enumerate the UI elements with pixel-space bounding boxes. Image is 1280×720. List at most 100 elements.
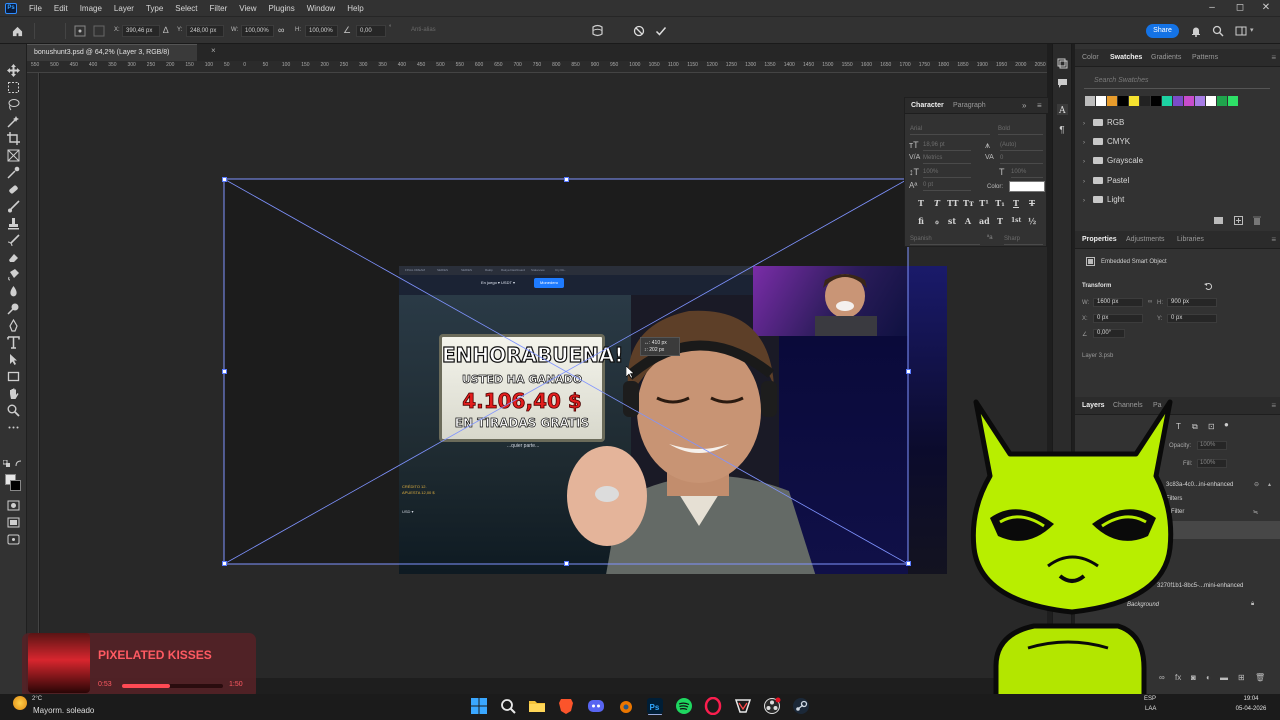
contextual-alternates-button[interactable]: ℴ	[932, 216, 942, 226]
collapse-panel-icon[interactable]: »	[1022, 101, 1026, 110]
discord-icon[interactable]	[587, 697, 605, 715]
clone-stamp-tool-icon[interactable]	[7, 217, 20, 230]
comments-icon[interactable]	[1057, 78, 1068, 89]
panel-menu-icon[interactable]: ≡	[1271, 53, 1276, 62]
subscript-button[interactable]: T₁	[995, 198, 1005, 208]
quick-mask-icon[interactable]	[7, 499, 20, 512]
add-mask-icon[interactable]: ◙	[1191, 673, 1196, 682]
home-icon[interactable]	[12, 26, 23, 37]
menu-item-window[interactable]: Window	[301, 4, 341, 13]
antialias-option[interactable]: Anti-alias	[411, 27, 436, 33]
horizontal-scale-field[interactable]: 100%	[1011, 169, 1043, 178]
keyboard-layout[interactable]: LAA	[1145, 706, 1156, 712]
vertical-ruler[interactable]	[27, 73, 39, 678]
close-document-icon[interactable]: ×	[211, 46, 216, 55]
minimize-button[interactable]: –	[1198, 0, 1226, 16]
fractions-button[interactable]: ½	[1027, 216, 1037, 226]
tab-adjustments[interactable]: Adjustments	[1126, 236, 1165, 243]
color-swatch[interactable]	[1184, 96, 1194, 106]
maximize-button[interactable]: ◻	[1226, 0, 1254, 16]
magic-wand-tool-icon[interactable]	[7, 115, 20, 128]
new-group-icon[interactable]	[1214, 216, 1223, 224]
blur-tool-icon[interactable]	[7, 285, 20, 298]
y-field[interactable]: 0 px	[1167, 314, 1217, 323]
swap-colors-icon[interactable]	[15, 460, 22, 467]
menu-item-type[interactable]: Type	[140, 4, 169, 13]
panel-menu-icon[interactable]: ≡	[1037, 101, 1042, 110]
stream-screenshot-layer[interactable]: FINAL DREAM SERIES SERIES Rakip Rakya Da…	[399, 266, 908, 574]
adjustment-layer-icon[interactable]: ◐	[1206, 673, 1211, 682]
swatch-folder-pastel[interactable]: › Pastel	[1083, 176, 1129, 190]
menu-item-layer[interactable]: Layer	[108, 4, 140, 13]
screen-mode-icon[interactable]	[7, 516, 20, 529]
color-swatch[interactable]	[1118, 96, 1128, 106]
game-launcher-icon[interactable]	[734, 697, 752, 715]
tab-gradients[interactable]: Gradients	[1151, 54, 1181, 61]
transform-handle-middle-left[interactable]	[222, 369, 227, 374]
spotify-icon[interactable]	[675, 697, 693, 715]
height-field[interactable]: 900 px	[1167, 298, 1217, 307]
eyedropper-tool-icon[interactable]	[7, 166, 20, 179]
warp-mode-icon[interactable]	[591, 24, 604, 37]
transform-handle-bottom-center[interactable]	[564, 561, 569, 566]
more-tools-icon[interactable]	[7, 421, 20, 434]
clock-time[interactable]: 19:04	[1231, 696, 1271, 702]
tab-color[interactable]: Color	[1082, 54, 1099, 61]
type-tool-icon[interactable]	[7, 336, 20, 349]
clock-date[interactable]: 05-04-2026	[1226, 706, 1276, 712]
collapse-icon[interactable]: ▴	[1268, 481, 1271, 488]
generative-icon[interactable]	[7, 533, 20, 546]
menu-item-select[interactable]: Select	[169, 4, 203, 13]
fill-field[interactable]: 100%	[1197, 459, 1227, 468]
steam-icon[interactable]	[792, 697, 810, 715]
font-family-field[interactable]: Arial	[910, 126, 990, 135]
baseline-shift-field[interactable]: 0 pt	[923, 182, 971, 191]
marquee-tool-icon[interactable]	[7, 81, 20, 94]
photoshop-taskbar-icon[interactable]: Ps	[646, 697, 664, 715]
tab-patterns[interactable]: Patterns	[1192, 54, 1218, 61]
dodge-tool-icon[interactable]	[7, 302, 20, 315]
vertical-scale-field[interactable]: 100%	[923, 169, 971, 178]
brush-tool-icon[interactable]	[7, 200, 20, 213]
crop-tool-icon[interactable]	[7, 132, 20, 145]
tab-swatches[interactable]: Swatches	[1110, 54, 1142, 61]
small-caps-button[interactable]: Tт	[963, 198, 974, 208]
strikethrough-button[interactable]: T	[1027, 198, 1037, 208]
color-swatch[interactable]	[1129, 96, 1139, 106]
discretionary-ligatures-button[interactable]: st	[947, 216, 957, 226]
color-swatch[interactable]	[1173, 96, 1183, 106]
font-style-field[interactable]: Bold	[998, 126, 1043, 135]
reference-point-icon[interactable]	[74, 25, 86, 37]
ordinals-button[interactable]: 1st	[1011, 216, 1021, 226]
share-button[interactable]: Share	[1146, 24, 1179, 38]
angle-field[interactable]: 0,00°	[1093, 329, 1125, 338]
link-icon[interactable]: ∞	[1148, 299, 1152, 305]
hand-tool-icon[interactable]	[7, 387, 20, 400]
color-swatch[interactable]	[1085, 96, 1095, 106]
delete-swatch-icon[interactable]	[1253, 216, 1261, 225]
brave-browser-icon[interactable]	[557, 697, 575, 715]
default-colors-icon[interactable]	[3, 460, 10, 467]
reset-transform-icon[interactable]	[1204, 282, 1213, 291]
color-swatch[interactable]	[1228, 96, 1238, 106]
weather-sun-icon[interactable]	[13, 696, 27, 710]
obs-studio-icon[interactable]	[763, 697, 781, 715]
notifications-bell-icon[interactable]	[1190, 25, 1202, 37]
zoom-tool-icon[interactable]	[7, 404, 20, 417]
transform-handle-bottom-left[interactable]	[222, 561, 227, 566]
color-swatch[interactable]	[1151, 96, 1161, 106]
transform-handle-middle-right[interactable]	[906, 369, 911, 374]
leading-field[interactable]: (Auto)	[1000, 142, 1043, 151]
panel-menu-icon[interactable]: ≡	[1271, 401, 1276, 410]
width-field[interactable]: 1600 px	[1093, 298, 1143, 307]
pen-tool-icon[interactable]	[7, 319, 20, 332]
transform-handle-top-left[interactable]	[222, 177, 227, 182]
close-window-button[interactable]: ✕	[1252, 0, 1280, 16]
menu-item-filter[interactable]: Filter	[204, 4, 234, 13]
tab-libraries[interactable]: Libraries	[1177, 236, 1204, 243]
keyboard-language[interactable]: ESP	[1144, 696, 1156, 702]
y-position-field[interactable]: 248,00 px	[186, 25, 224, 37]
move-tool-icon[interactable]	[7, 64, 20, 77]
workspace-chevron-icon[interactable]: ▾	[1250, 26, 1254, 34]
all-caps-button[interactable]: TT	[947, 198, 959, 208]
